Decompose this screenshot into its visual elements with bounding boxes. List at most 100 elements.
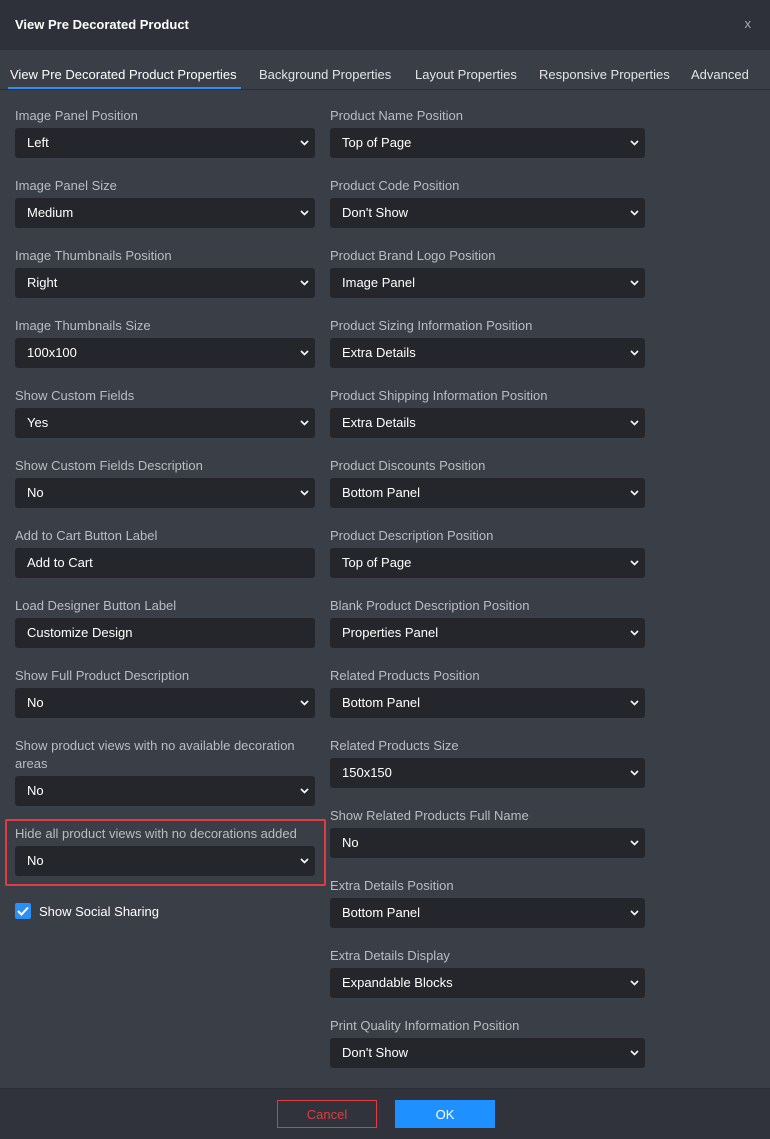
show-custom-fields-description-label: Show Custom Fields Description	[15, 458, 203, 473]
product-discounts-position-label: Product Discounts Position	[330, 458, 486, 473]
chevron-down-icon	[630, 128, 639, 158]
image-panel-position-select[interactable]: Left	[15, 128, 315, 158]
blank-product-description-position-select[interactable]: Properties Panel	[330, 618, 645, 648]
chevron-down-icon	[630, 408, 639, 438]
print-quality-information-position-label: Print Quality Information Position	[330, 1018, 520, 1033]
close-icon[interactable]: x	[745, 16, 752, 31]
select-value: No	[27, 695, 44, 710]
select-value: Left	[27, 135, 49, 150]
chevron-down-icon	[300, 268, 309, 298]
chevron-down-icon	[630, 338, 639, 368]
dialog-title: View Pre Decorated Product	[15, 17, 189, 32]
tab-view-pre-decorated-product-properties[interactable]: View Pre Decorated Product Properties	[10, 67, 237, 82]
input-value: Add to Cart	[27, 555, 93, 570]
product-discounts-position-select[interactable]: Bottom Panel	[330, 478, 645, 508]
select-value: Image Panel	[342, 275, 415, 290]
chevron-down-icon	[300, 478, 309, 508]
product-description-position-select[interactable]: Top of Page	[330, 548, 645, 578]
product-name-position-select[interactable]: Top of Page	[330, 128, 645, 158]
show-product-views-no-decoration-areas-select[interactable]: No	[15, 776, 315, 806]
tab-bar: View Pre Decorated Product Properties Ba…	[0, 50, 770, 90]
show-full-product-description-label: Show Full Product Description	[15, 668, 190, 683]
tab-responsive-properties[interactable]: Responsive Properties	[539, 67, 670, 82]
chevron-down-icon	[630, 548, 639, 578]
show-related-products-full-name-select[interactable]: No	[330, 828, 645, 858]
chevron-down-icon	[300, 688, 309, 718]
chevron-down-icon	[630, 1038, 639, 1068]
product-description-position-label: Product Description Position	[330, 528, 494, 543]
chevron-down-icon	[630, 618, 639, 648]
hide-product-views-no-decorations-label: Hide all product views with no decoratio…	[15, 826, 297, 841]
checkmark-icon	[17, 906, 29, 916]
tab-background-properties[interactable]: Background Properties	[259, 67, 391, 82]
chevron-down-icon	[630, 828, 639, 858]
active-tab-indicator	[8, 87, 241, 89]
show-social-sharing-label[interactable]: Show Social Sharing	[39, 903, 159, 920]
select-value: Bottom Panel	[342, 905, 421, 920]
related-products-position-label: Related Products Position	[330, 668, 480, 683]
input-value: Customize Design	[27, 625, 133, 640]
product-shipping-information-position-label: Product Shipping Information Position	[330, 388, 548, 403]
select-value: Yes	[27, 415, 49, 430]
image-thumbnails-size-select[interactable]: 100x100	[15, 338, 315, 368]
select-value: No	[27, 853, 44, 868]
select-value: Extra Details	[342, 345, 416, 360]
load-designer-button-label-label: Load Designer Button Label	[15, 598, 177, 613]
product-code-position-select[interactable]: Don't Show	[330, 198, 645, 228]
related-products-size-label: Related Products Size	[330, 738, 459, 753]
select-value: Don't Show	[342, 1045, 409, 1060]
show-full-product-description-select[interactable]: No	[15, 688, 315, 718]
show-social-sharing-checkbox[interactable]	[15, 903, 31, 919]
chevron-down-icon	[300, 408, 309, 438]
blank-product-description-position-label: Blank Product Description Position	[330, 598, 530, 613]
select-value: Don't Show	[342, 205, 409, 220]
cancel-button[interactable]: Cancel	[277, 1100, 377, 1128]
image-thumbnails-position-label: Image Thumbnails Position	[15, 248, 172, 263]
image-panel-size-select[interactable]: Medium	[15, 198, 315, 228]
select-value: No	[27, 485, 44, 500]
extra-details-display-select[interactable]: Expandable Blocks	[330, 968, 645, 998]
image-thumbnails-position-select[interactable]: Right	[15, 268, 315, 298]
select-value: No	[342, 835, 359, 850]
select-value: Top of Page	[342, 555, 412, 570]
related-products-size-select[interactable]: 150x150	[330, 758, 645, 788]
chevron-down-icon	[630, 478, 639, 508]
print-quality-information-position-select[interactable]: Don't Show	[330, 1038, 645, 1068]
hide-product-views-no-decorations-select[interactable]: No	[15, 846, 315, 876]
select-value: Expandable Blocks	[342, 975, 453, 990]
show-custom-fields-label: Show Custom Fields	[15, 388, 135, 403]
chevron-down-icon	[630, 688, 639, 718]
image-panel-position-label: Image Panel Position	[15, 108, 138, 123]
product-code-position-label: Product Code Position	[330, 178, 460, 193]
product-sizing-information-position-select[interactable]: Extra Details	[330, 338, 645, 368]
chevron-down-icon	[630, 968, 639, 998]
chevron-down-icon	[630, 758, 639, 788]
tab-layout-properties[interactable]: Layout Properties	[415, 67, 517, 82]
select-value: Extra Details	[342, 415, 416, 430]
ok-button[interactable]: OK	[395, 1100, 495, 1128]
image-thumbnails-size-label: Image Thumbnails Size	[15, 318, 151, 333]
select-value: Medium	[27, 205, 74, 220]
select-value: Bottom Panel	[342, 695, 421, 710]
add-to-cart-button-label-label: Add to Cart Button Label	[15, 528, 158, 543]
image-panel-size-label: Image Panel Size	[15, 178, 117, 193]
load-designer-label-input[interactable]: Customize Design	[15, 618, 315, 648]
tab-advanced[interactable]: Advanced	[691, 67, 749, 82]
show-custom-fields-description-select[interactable]: No	[15, 478, 315, 508]
product-brand-logo-position-select[interactable]: Image Panel	[330, 268, 645, 298]
select-value: Properties Panel	[342, 625, 439, 640]
extra-details-position-select[interactable]: Bottom Panel	[330, 898, 645, 928]
chevron-down-icon	[630, 198, 639, 228]
select-value: 150x150	[342, 765, 392, 780]
extra-details-display-label: Extra Details Display	[330, 948, 450, 963]
dialog-titlebar: View Pre Decorated Product x	[0, 0, 770, 50]
product-name-position-label: Product Name Position	[330, 108, 463, 123]
select-value: Right	[27, 275, 58, 290]
related-products-position-select[interactable]: Bottom Panel	[330, 688, 645, 718]
select-value: Bottom Panel	[342, 485, 421, 500]
product-shipping-information-position-select[interactable]: Extra Details	[330, 408, 645, 438]
add-to-cart-label-input[interactable]: Add to Cart	[15, 548, 315, 578]
dialog-footer	[0, 1088, 770, 1139]
show-custom-fields-select[interactable]: Yes	[15, 408, 315, 438]
extra-details-position-label: Extra Details Position	[330, 878, 454, 893]
